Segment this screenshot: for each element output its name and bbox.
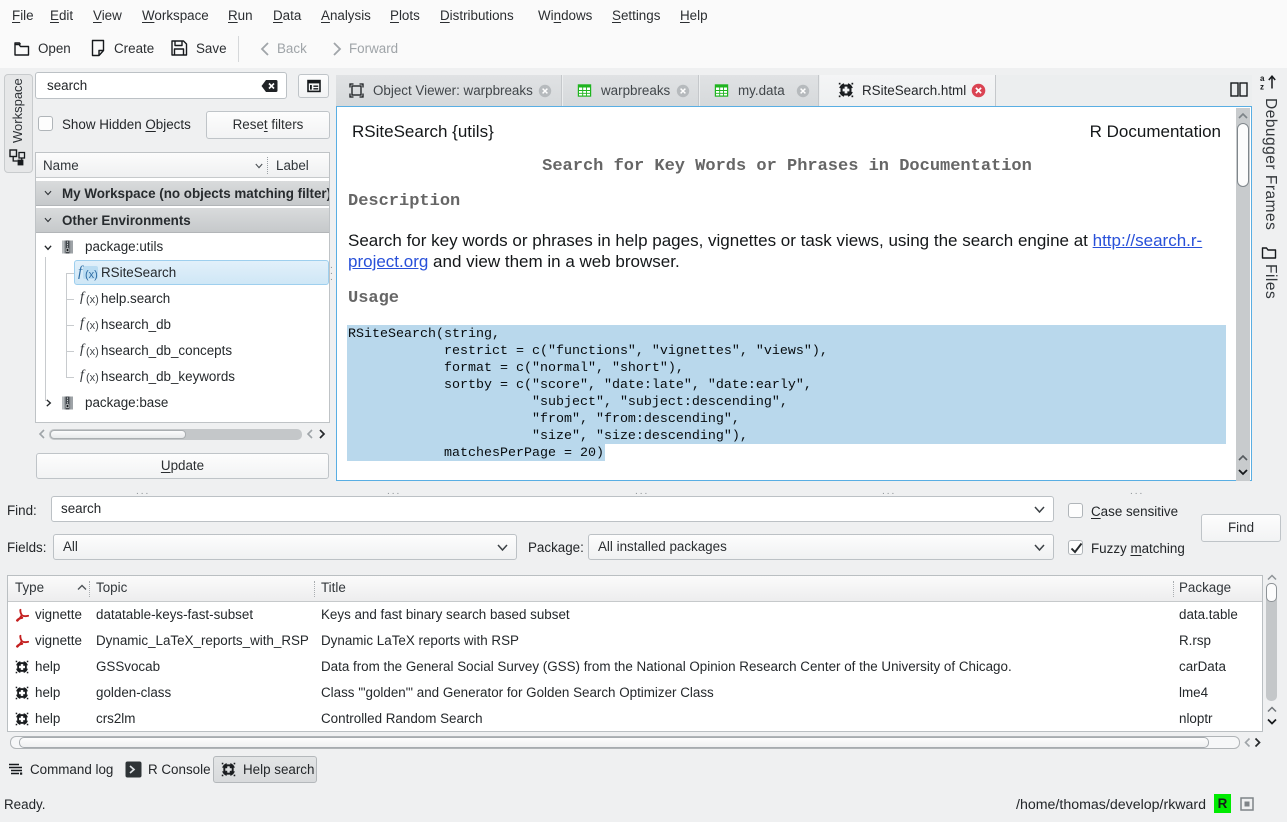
svg-text:z: z xyxy=(1260,83,1264,91)
